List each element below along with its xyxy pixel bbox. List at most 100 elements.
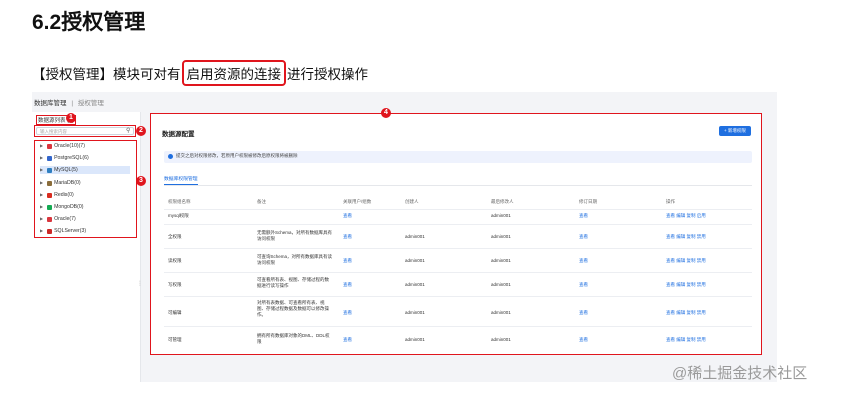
divider [164, 209, 752, 210]
divider [164, 326, 752, 327]
table-cell-modifier: admin001 [491, 282, 511, 287]
table-cell-modifier: admin001 [491, 258, 511, 263]
tree-item-label: Redis(0) [54, 192, 74, 198]
breadcrumb-sep: | [71, 100, 74, 107]
annotation-badge-3: 3 [136, 176, 146, 186]
table-cell-users[interactable]: 查看 [343, 213, 352, 219]
tree-item-label: Oracle(10)(7) [54, 143, 85, 149]
table-cell-actions[interactable]: 查看 编辑 复制 禁用 [666, 282, 706, 288]
tree-item-selected[interactable]: ▶ MySQL(5) [40, 166, 130, 174]
intro-before: 【授权管理】模块可对有 [32, 67, 181, 82]
table-cell-modifier: admin001 [491, 234, 511, 239]
annotation-box-search [34, 125, 136, 137]
database-icon [47, 167, 53, 173]
main-title: 数据源配置 [162, 131, 195, 138]
table-cell-users[interactable]: 查看 [343, 337, 352, 343]
table-cell-creator: admin001 [405, 258, 425, 263]
intro-after: 进行授权操作 [287, 67, 368, 82]
chevron-right-icon: ▶ [40, 192, 44, 197]
table-cell-name: 全权限 [168, 234, 182, 239]
tree-item-label: Oracle(7) [54, 216, 76, 222]
table-cell-users[interactable]: 查看 [343, 310, 352, 316]
tree-item-label: MySQL(5) [54, 167, 78, 173]
table-cell-name: 可编辑 [168, 310, 182, 315]
column-header: 操作 [666, 199, 675, 204]
chevron-right-icon: ▶ [40, 167, 44, 172]
table-cell-actions[interactable]: 查看 编辑 复制 禁用 [666, 234, 706, 240]
panel-resize-handle[interactable]: ⋮ [137, 280, 143, 287]
database-icon [47, 155, 53, 161]
page-title: 6.2授权管理 [32, 11, 146, 34]
intro-highlight: 启用资源的连接 [181, 60, 286, 86]
tab-db-permissions[interactable]: 数据库权限管理 [164, 175, 198, 185]
tree-item-label: SQLServer(3) [54, 228, 87, 234]
table-cell-name: 写权限 [168, 282, 182, 287]
chevron-right-icon: ▶ [40, 143, 44, 148]
table-cell-note: 可查询Schema，对所有数据库具有读访问权限 [257, 254, 333, 265]
table-cell-actions[interactable]: 查看 编辑 复制 禁用 [666, 337, 706, 343]
annotation-badge-1: 1 [66, 113, 76, 123]
table-cell-name: mysql权限 [168, 213, 189, 218]
database-icon [47, 180, 53, 186]
chevron-right-icon: ▶ [40, 204, 44, 209]
table-cell-date[interactable]: 查看 [579, 213, 588, 219]
annotation-badge-2: 2 [136, 126, 146, 136]
chevron-right-icon: ▶ [40, 155, 44, 160]
column-header: 最后修改人 [491, 199, 514, 204]
table-cell-users[interactable]: 查看 [343, 258, 352, 264]
chevron-right-icon: ▶ [40, 180, 44, 185]
tree-item[interactable]: ▶ MongoDB(0) [40, 203, 84, 211]
divider [164, 296, 752, 297]
table-cell-actions[interactable]: 查看 编辑 复制 禁用 [666, 310, 706, 316]
database-icon [47, 216, 53, 222]
watermark: @稀土掘金技术社区 [672, 365, 808, 382]
tree-item[interactable]: ▶ PostgreSQL(6) [40, 154, 89, 162]
table-cell-users[interactable]: 查看 [343, 234, 352, 240]
table-cell-modifier: admin001 [491, 337, 511, 342]
table-cell-users[interactable]: 查看 [343, 282, 352, 288]
table-cell-date[interactable]: 查看 [579, 234, 588, 240]
column-header: 创建人 [405, 199, 419, 204]
tree-item[interactable]: ▶ Oracle(10)(7) [40, 142, 85, 150]
database-icon [47, 192, 53, 198]
chevron-right-icon: ▶ [40, 216, 44, 221]
tree-item-label: MariaDB(0) [54, 180, 81, 186]
table-cell-creator: admin001 [405, 310, 425, 315]
tree-item[interactable]: ▶ MariaDB(0) [40, 179, 81, 187]
breadcrumb-sub: 授权管理 [77, 100, 104, 107]
table-cell-creator: admin001 [405, 337, 425, 342]
info-text: 提交之后对权限修改，若原用户权限被修改后原权限将被删除 [176, 153, 298, 158]
table-cell-note: 拥有所有数据库对象的DML、DDL权限 [257, 333, 330, 344]
tree-item[interactable]: ▶ SQLServer(3) [40, 227, 86, 235]
table-cell-date[interactable]: 查看 [579, 310, 588, 316]
divider [164, 248, 752, 249]
tree-item-label: MongoDB(0) [54, 204, 84, 210]
tree-item[interactable]: ▶ Oracle(7) [40, 215, 76, 223]
column-header: 备注 [257, 199, 266, 204]
table-cell-date[interactable]: 查看 [579, 258, 588, 264]
table-cell-modifier: admin001 [491, 213, 511, 218]
table-cell-creator: admin001 [405, 234, 425, 239]
table-cell-note: 无需额外Schema，对所有数据库具有访问权限 [257, 230, 333, 241]
annotation-badge-4: 4 [381, 108, 391, 118]
tree-item-label: PostgreSQL(6) [54, 155, 89, 161]
table-cell-modifier: admin001 [491, 310, 511, 315]
table-cell-name: 可管理 [168, 337, 182, 342]
add-permission-button[interactable]: + 新增权限 [719, 126, 751, 136]
database-icon [47, 143, 53, 149]
table-cell-date[interactable]: 查看 [579, 337, 588, 343]
divider [164, 185, 752, 186]
breadcrumb: 数据库管理 | 授权管理 [34, 97, 104, 107]
table-cell-note: 对所有表数据、可查看所有表、视图、存储过程数据及数据可以修改操作。 [257, 300, 329, 317]
info-icon [168, 154, 173, 159]
chevron-right-icon: ▶ [40, 228, 44, 233]
table-cell-actions[interactable]: 查看 编辑 复制 禁用 [666, 258, 706, 264]
divider [164, 224, 752, 225]
breadcrumb-main[interactable]: 数据库管理 [34, 100, 67, 107]
tree-item[interactable]: ▶ Redis(0) [40, 191, 74, 199]
table-cell-actions[interactable]: 查看 编辑 复制 启用 [666, 213, 706, 219]
table-cell-date[interactable]: 查看 [579, 282, 588, 288]
table-cell-note: 可查看所有表、视图、存储过程的数据进行读写操作 [257, 277, 329, 288]
intro-text: 【授权管理】模块可对有 启用资源的连接 进行授权操作 [32, 60, 368, 86]
column-header: 权限组名称 [168, 199, 191, 204]
